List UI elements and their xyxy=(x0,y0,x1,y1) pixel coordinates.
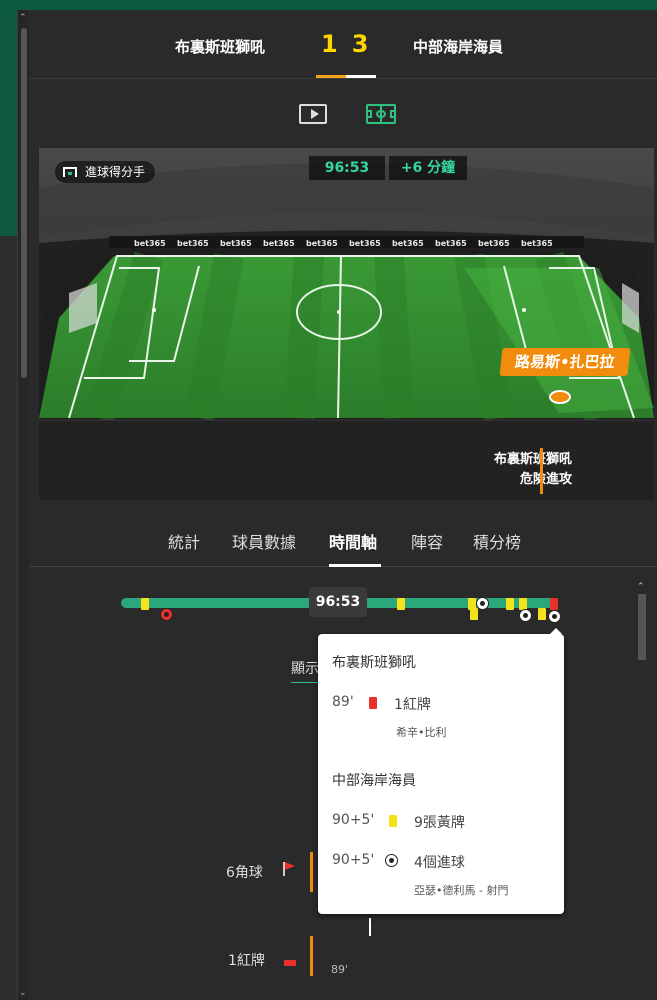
away-goal-icon[interactable] xyxy=(519,609,532,622)
red-cards-stat: 1紅牌 xyxy=(228,953,265,969)
tooltip-event-player: 希辛•比利 xyxy=(396,726,447,739)
event-tooltip: 布裏斯班獅吼 89' 1紅牌 希辛•比利 中部海岸海員 90+5' 9張黃牌 9… xyxy=(318,628,564,914)
away-goal-icon[interactable] xyxy=(476,597,489,610)
tooltip-event-desc: 1紅牌 xyxy=(394,697,431,713)
scroll-up-arrow-icon[interactable]: ⌃ xyxy=(19,13,27,23)
red-card-icon xyxy=(284,960,296,966)
yellow-card-icon[interactable] xyxy=(397,598,405,610)
advert-board: bet365 xyxy=(392,239,424,248)
video-view-icon[interactable] xyxy=(299,104,327,124)
tab-timeline[interactable]: 時間軸 xyxy=(329,529,377,553)
red-card-icon[interactable] xyxy=(550,598,558,610)
goal-icon xyxy=(63,167,77,177)
scoreline: 13 xyxy=(321,30,382,58)
stadium-graphic: bet365 bet365 bet365 bet365 bet365 bet365 bet3… xyxy=(39,148,654,500)
advert-board: bet365 xyxy=(349,239,381,248)
show-toggle-link[interactable]: 顯示 xyxy=(291,658,319,683)
event-team: 布裏斯班獅吼 xyxy=(493,452,572,467)
yellow-card-icon[interactable] xyxy=(506,598,514,610)
red-card-icon xyxy=(369,697,377,709)
advert-board: bet365 xyxy=(478,239,510,248)
advert-board: bet365 xyxy=(306,239,338,248)
scrollbar-thumb[interactable] xyxy=(638,594,646,660)
tooltip-minute: 90+5' xyxy=(332,812,375,828)
tooltip-minute: 90+5' xyxy=(332,852,375,868)
timeline-clock: 96:53 xyxy=(309,587,367,617)
tooltip-minute: 89' xyxy=(332,694,354,710)
tab-bar: 統計 球員數據 時間軸 陣容 積分榜 xyxy=(29,515,657,567)
tooltip-event-desc: 9張黃牌 xyxy=(414,815,465,831)
tab-stats[interactable]: 統計 xyxy=(168,529,200,553)
away-goal-icon[interactable] xyxy=(548,610,561,623)
divider xyxy=(29,78,657,79)
advert-board: bet365 xyxy=(220,239,252,248)
scroll-down-arrow-icon[interactable]: ⌄ xyxy=(19,988,27,998)
tab-lineups[interactable]: 陣容 xyxy=(411,529,443,553)
timeline-scrollbar[interactable]: ⌃ xyxy=(635,582,647,1000)
pitch-view-icon[interactable] xyxy=(366,104,396,124)
red-card-minute: 89' xyxy=(331,963,349,976)
event-indicator-bar xyxy=(540,448,543,494)
match-tracker-stadium: bet365 bet365 bet365 bet365 bet365 bet365 bet3… xyxy=(39,148,654,500)
away-team-name[interactable]: 中部海岸海員 xyxy=(413,36,503,57)
tooltip-event-desc: 4個進球 xyxy=(414,855,465,871)
timeline-marker xyxy=(369,918,371,936)
away-score: 3 xyxy=(351,30,383,58)
tooltip-away-team: 中部海岸海員 xyxy=(332,773,416,789)
event-label: 危險進攻 xyxy=(519,472,572,487)
tooltip-caret xyxy=(550,628,562,634)
outer-scrollbar[interactable]: ⌃ ⌄ xyxy=(17,10,29,1000)
home-goal-icon[interactable] xyxy=(160,608,173,621)
active-tab-underline xyxy=(329,564,381,567)
tab-player-stats[interactable]: 球員數據 xyxy=(232,529,296,553)
yellow-card-icon[interactable] xyxy=(538,608,546,620)
home-team-name[interactable]: 布裏斯班獅吼 xyxy=(175,36,265,57)
yellow-card-icon xyxy=(389,815,397,827)
red-cards-bar xyxy=(310,936,313,976)
goalscorer-badge[interactable]: 進球得分手 xyxy=(55,161,156,183)
corners-stat: 6角球 xyxy=(226,865,263,881)
player-tag: 路易斯•扎巴拉 xyxy=(499,348,631,376)
view-toggle xyxy=(29,100,657,128)
goalscorer-badge-label: 進球得分手 xyxy=(85,165,146,179)
tab-standings[interactable]: 積分榜 xyxy=(473,529,521,553)
scrollbar-thumb[interactable] xyxy=(21,28,27,378)
advert-board: bet365 xyxy=(521,239,553,248)
left-panel-edge-lower xyxy=(0,236,18,1000)
match-clock: 96:53 xyxy=(309,156,385,180)
goal-ball-icon xyxy=(385,854,398,867)
yellow-card-icon[interactable] xyxy=(470,608,478,620)
yellow-card-icon[interactable] xyxy=(141,598,149,610)
corner-flag-icon xyxy=(283,862,295,876)
advert-board: bet365 xyxy=(435,239,467,248)
advert-board: bet365 xyxy=(263,239,295,248)
home-score: 1 xyxy=(321,30,352,58)
advert-board: bet365 xyxy=(177,239,209,248)
score-header: 布裏斯班獅吼 13 中部海岸海員 xyxy=(29,10,657,80)
ball-position-marker xyxy=(549,390,571,404)
tooltip-event-player: 亞瑟•德利馬 - 射門 xyxy=(414,884,509,897)
left-panel-edge xyxy=(0,10,18,236)
top-bar xyxy=(0,0,657,10)
scroll-up-arrow-icon[interactable]: ⌃ xyxy=(637,582,645,592)
tooltip-home-team: 布裏斯班獅吼 xyxy=(332,655,416,671)
event-description: 布裏斯班獅吼 危險進攻 xyxy=(494,450,572,490)
added-time: +6 分鐘 xyxy=(389,156,467,180)
advert-board: bet365 xyxy=(134,239,166,248)
corners-bar xyxy=(310,852,313,892)
